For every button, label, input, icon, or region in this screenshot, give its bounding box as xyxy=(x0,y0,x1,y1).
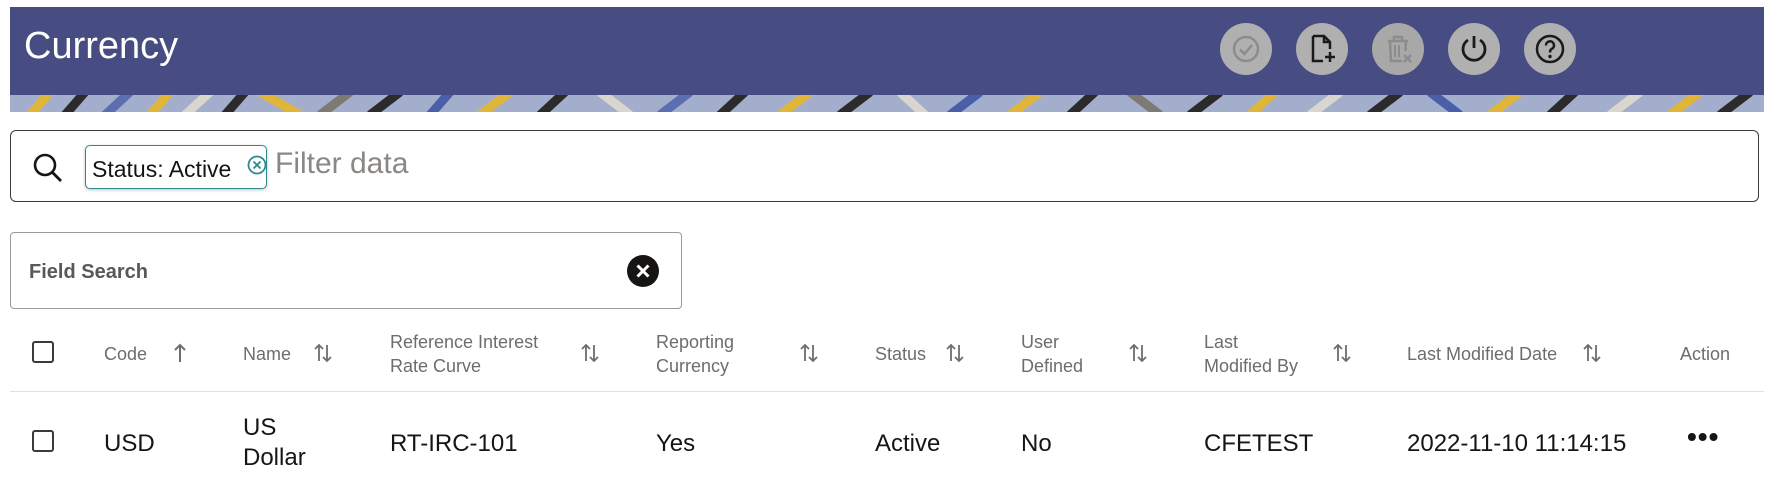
sort-icon[interactable] xyxy=(1332,342,1352,364)
row-actions-menu-icon[interactable]: ••• xyxy=(1687,421,1719,453)
cell-reporting-currency: Yes xyxy=(656,430,696,457)
cell-code: USD xyxy=(104,430,155,457)
sort-icon[interactable] xyxy=(799,342,819,364)
new-document-icon xyxy=(1311,34,1335,63)
header-line: Modified By xyxy=(1204,356,1299,376)
help-icon xyxy=(1535,34,1565,64)
help-button[interactable] xyxy=(1524,23,1576,75)
delete-icon xyxy=(1388,35,1412,63)
column-header-reporting-currency[interactable]: Reporting Currency xyxy=(656,330,734,378)
cell-name: US Dollar xyxy=(243,413,306,473)
sort-icon[interactable] xyxy=(945,342,965,364)
page-header: Currency xyxy=(10,7,1764,95)
power-icon xyxy=(1461,36,1487,62)
field-search-label: Field Search xyxy=(29,261,148,283)
remove-chip-icon[interactable] xyxy=(246,154,268,181)
column-header-modified-date[interactable]: Last Modified Date xyxy=(1407,342,1557,366)
refresh-button[interactable] xyxy=(1448,23,1500,75)
sort-ascending-icon[interactable] xyxy=(172,342,188,364)
column-header-user-defined[interactable]: User Defined xyxy=(1021,330,1083,378)
add-button[interactable] xyxy=(1296,23,1348,75)
column-header-action: Action xyxy=(1680,344,1731,364)
page-title: Currency xyxy=(24,25,179,67)
column-header-ref-curve[interactable]: Reference Interest Rate Curve xyxy=(390,330,538,378)
column-header-status[interactable]: Status xyxy=(875,342,926,366)
select-all-checkbox[interactable] xyxy=(32,341,54,363)
filter-input[interactable]: Filter data xyxy=(275,147,408,181)
cell-ref-curve: RT-IRC-101 xyxy=(390,430,518,457)
filter-bar[interactable]: Status: Active Filter data xyxy=(10,130,1759,202)
approve-icon xyxy=(1232,35,1260,63)
banner-pattern xyxy=(10,95,1764,112)
chip-label: Status: Active xyxy=(92,156,232,182)
cell-modified-by: CFETEST xyxy=(1204,430,1314,457)
header-line: Defined xyxy=(1021,356,1084,376)
header-line: Currency xyxy=(656,356,730,376)
cell-name-line: Dollar xyxy=(243,444,306,471)
sort-icon[interactable] xyxy=(1128,342,1148,364)
table-row[interactable]: USD US Dollar RT-IRC-101 Yes Active No C… xyxy=(10,393,1764,491)
delete-button[interactable] xyxy=(1372,23,1424,75)
cell-name-line: US xyxy=(243,414,277,441)
approve-button[interactable] xyxy=(1220,23,1272,75)
header-line: Reporting xyxy=(656,332,735,352)
header-line: Reference Interest xyxy=(390,332,539,352)
sort-icon[interactable] xyxy=(580,342,600,364)
field-search-input[interactable]: Field Search xyxy=(10,232,682,309)
header-line: Rate Curve xyxy=(390,356,482,376)
column-header-name[interactable]: Name xyxy=(243,342,291,366)
search-icon[interactable] xyxy=(31,151,65,190)
header-line: Last xyxy=(1204,332,1239,352)
column-header-code[interactable]: Code xyxy=(104,342,147,366)
clear-icon[interactable] xyxy=(626,254,660,293)
row-checkbox[interactable] xyxy=(32,430,54,452)
sort-icon[interactable] xyxy=(313,342,333,364)
sort-icon[interactable] xyxy=(1582,342,1602,364)
status-filter-chip[interactable]: Status: Active xyxy=(85,145,267,189)
column-header-modified-by[interactable]: Last Modified By xyxy=(1204,330,1298,378)
table-header: Code Name Reference Interest Rate Curve … xyxy=(10,320,1764,392)
cell-modified-date: 2022-11-10 11:14:15 xyxy=(1407,430,1627,457)
header-line: User xyxy=(1021,332,1060,352)
decorative-banner xyxy=(10,95,1764,112)
cell-status: Active xyxy=(875,430,941,457)
cell-user-defined: No xyxy=(1021,430,1052,457)
